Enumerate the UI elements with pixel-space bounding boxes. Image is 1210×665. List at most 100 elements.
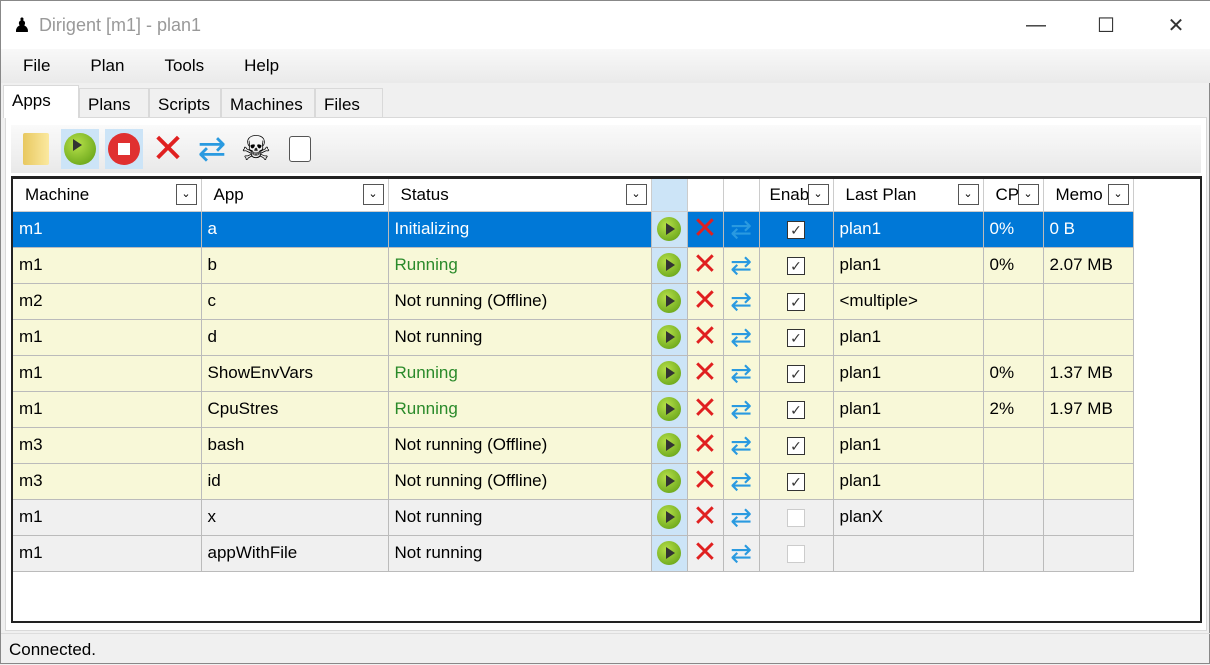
filter-dropdown-icon[interactable]: ⌄ xyxy=(807,184,829,205)
app-cell: d xyxy=(201,319,389,356)
column-header[interactable] xyxy=(651,179,688,212)
restart-button[interactable]: ⇄ xyxy=(723,499,760,536)
menu-file[interactable]: File xyxy=(23,56,50,76)
filter-dropdown-icon[interactable]: ⌄ xyxy=(1017,184,1039,205)
kill-all-button[interactable]: ✕ xyxy=(149,129,187,169)
table-row[interactable]: m1 d Not running ✕ ⇄ ✓ plan1 xyxy=(13,319,1134,356)
maximize-button[interactable]: ☐ xyxy=(1083,1,1129,49)
column-header[interactable]: Machine ⌄ xyxy=(13,179,202,212)
table-row[interactable]: m3 bash Not running (Offline) ✕ ⇄ ✓ plan1 xyxy=(13,427,1134,464)
enabled-checkbox[interactable]: ✓ xyxy=(787,256,805,275)
menu-tools[interactable]: Tools xyxy=(164,56,204,76)
show-log-button[interactable] xyxy=(281,129,319,169)
kill-button[interactable]: ✕ xyxy=(687,283,724,320)
tab-files[interactable]: Files xyxy=(315,88,383,118)
restart-button[interactable]: ⇄ xyxy=(723,319,760,356)
table-row[interactable]: m3 id Not running (Offline) ✕ ⇄ ✓ plan1 xyxy=(13,463,1134,500)
kill-icon: ✕ xyxy=(692,392,718,425)
launch-button[interactable] xyxy=(651,247,688,284)
memory-cell xyxy=(1043,499,1134,536)
tab-machines[interactable]: Machines xyxy=(221,88,315,118)
kill-button[interactable]: ✕ xyxy=(687,535,724,572)
enabled-checkbox[interactable] xyxy=(787,544,805,563)
memory-cell: 1.37 MB xyxy=(1043,355,1134,392)
launch-button[interactable] xyxy=(651,463,688,500)
filter-dropdown-icon[interactable]: ⌄ xyxy=(175,184,197,205)
restart-button[interactable]: ⇄ xyxy=(723,247,760,284)
enabled-checkbox[interactable]: ✓ xyxy=(787,472,805,491)
launch-button[interactable] xyxy=(651,319,688,356)
enabled-checkbox[interactable]: ✓ xyxy=(787,436,805,455)
tab-scripts[interactable]: Scripts xyxy=(149,88,221,118)
restart-button[interactable]: ⇄ xyxy=(723,535,760,572)
launch-button[interactable] xyxy=(651,391,688,428)
table-row[interactable]: m1 a Initializing ✕ ⇄ ✓ plan1 0% 0 B xyxy=(13,211,1134,248)
machine-cell: m1 xyxy=(13,247,202,284)
launch-button[interactable] xyxy=(651,355,688,392)
play-icon xyxy=(657,325,681,349)
memory-cell xyxy=(1043,535,1134,572)
table-row[interactable]: m1 ShowEnvVars Running ✕ ⇄ ✓ plan1 0% 1.37 MB xyxy=(13,355,1134,392)
kill-button[interactable]: ✕ xyxy=(687,319,724,356)
filter-dropdown-icon[interactable]: ⌄ xyxy=(1107,184,1129,205)
cpu-cell xyxy=(983,427,1044,464)
enabled-checkbox[interactable]: ✓ xyxy=(787,400,805,419)
kill-icon: ✕ xyxy=(692,464,718,497)
launch-button[interactable] xyxy=(651,535,688,572)
kill-button[interactable]: ✕ xyxy=(687,355,724,392)
column-header[interactable] xyxy=(723,179,760,212)
restart-button[interactable]: ⇄ xyxy=(723,355,760,392)
filter-dropdown-icon[interactable]: ⌄ xyxy=(957,184,979,205)
kill-button[interactable]: ✕ xyxy=(687,427,724,464)
enabled-cell xyxy=(759,499,834,536)
restart-button[interactable]: ⇄ xyxy=(723,211,760,248)
tab-apps[interactable]: Apps xyxy=(3,85,79,118)
restart-button[interactable]: ⇄ xyxy=(723,391,760,428)
column-header[interactable]: Memo ⌄ xyxy=(1043,179,1134,212)
filter-dropdown-icon[interactable]: ⌄ xyxy=(362,184,384,205)
kill-all-processes-button[interactable]: ☠ xyxy=(237,129,275,169)
column-header[interactable]: Status ⌄ xyxy=(388,179,652,212)
table-row[interactable]: m1 CpuStres Running ✕ ⇄ ✓ plan1 2% 1.97 MB xyxy=(13,391,1134,428)
menu-plan[interactable]: Plan xyxy=(90,56,124,76)
column-header[interactable]: CP ⌄ xyxy=(983,179,1044,212)
enabled-checkbox[interactable]: ✓ xyxy=(787,364,805,383)
enabled-checkbox[interactable]: ✓ xyxy=(787,328,805,347)
open-folder-button[interactable] xyxy=(17,129,55,169)
launch-button[interactable] xyxy=(651,499,688,536)
kill-button[interactable]: ✕ xyxy=(687,463,724,500)
restart-button[interactable]: ⇄ xyxy=(723,463,760,500)
enabled-checkbox[interactable]: ✓ xyxy=(787,220,805,239)
minimize-button[interactable]: — xyxy=(1013,1,1059,49)
launch-button[interactable] xyxy=(651,427,688,464)
start-all-button[interactable] xyxy=(61,129,99,169)
kill-button[interactable]: ✕ xyxy=(687,391,724,428)
enabled-checkbox[interactable]: ✓ xyxy=(787,292,805,311)
menu-help[interactable]: Help xyxy=(244,56,279,76)
table-row[interactable]: m1 b Running ✕ ⇄ ✓ plan1 0% 2.07 MB xyxy=(13,247,1134,284)
restart-all-button[interactable]: ⇄ xyxy=(193,129,231,169)
launch-button[interactable] xyxy=(651,211,688,248)
column-header[interactable] xyxy=(687,179,724,212)
stop-all-button[interactable] xyxy=(105,129,143,169)
filter-dropdown-icon[interactable]: ⌄ xyxy=(625,184,647,205)
tab-plans[interactable]: Plans xyxy=(79,88,149,118)
app-cell: b xyxy=(201,247,389,284)
restart-button[interactable]: ⇄ xyxy=(723,283,760,320)
last-plan-cell xyxy=(833,535,984,572)
kill-button[interactable]: ✕ xyxy=(687,499,724,536)
table-row[interactable]: m1 x Not running ✕ ⇄ planX xyxy=(13,499,1134,536)
kill-button[interactable]: ✕ xyxy=(687,247,724,284)
column-header-label: Memo xyxy=(1055,184,1103,204)
column-header[interactable]: App ⌄ xyxy=(201,179,389,212)
column-header[interactable]: Enab ⌄ xyxy=(759,179,834,212)
enabled-checkbox[interactable] xyxy=(787,508,805,527)
cpu-cell xyxy=(983,535,1044,572)
column-header[interactable]: Last Plan ⌄ xyxy=(833,179,984,212)
table-row[interactable]: m1 appWithFile Not running ✕ ⇄ xyxy=(13,535,1134,572)
kill-button[interactable]: ✕ xyxy=(687,211,724,248)
restart-button[interactable]: ⇄ xyxy=(723,427,760,464)
close-button[interactable]: ✕ xyxy=(1153,1,1199,49)
launch-button[interactable] xyxy=(651,283,688,320)
table-row[interactable]: m2 c Not running (Offline) ✕ ⇄ ✓ <multiple> xyxy=(13,283,1134,320)
